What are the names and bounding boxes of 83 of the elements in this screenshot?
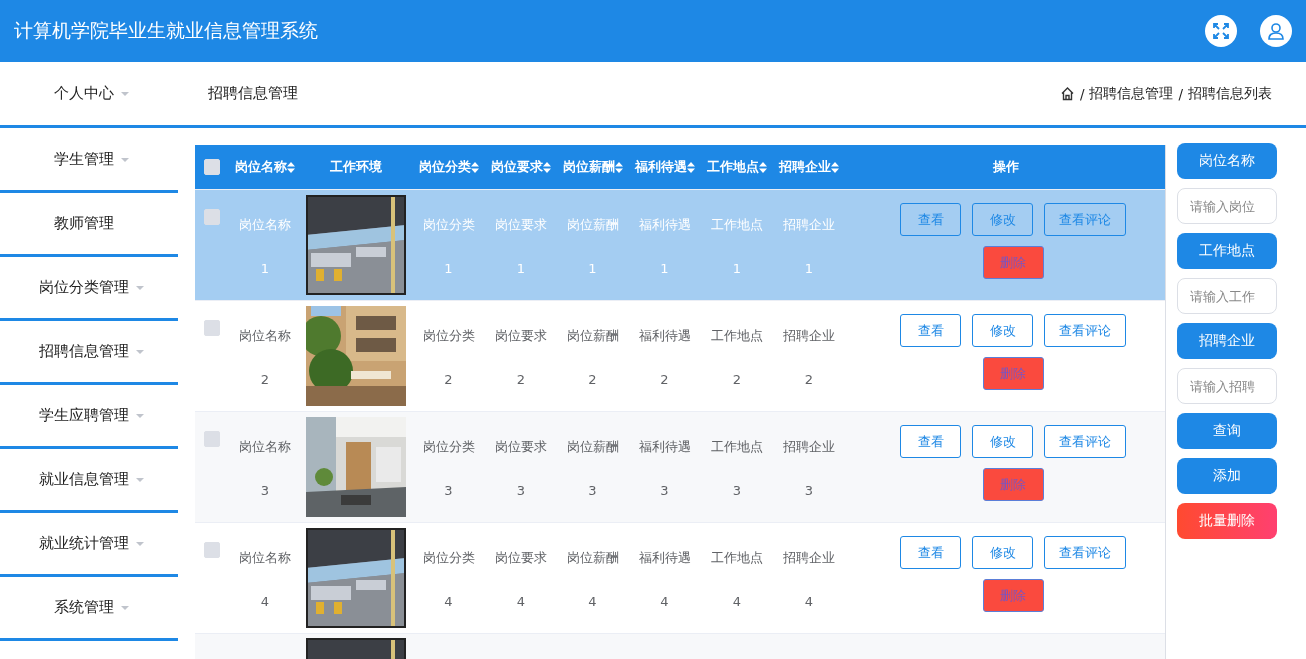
page-title: 招聘信息管理 bbox=[208, 84, 299, 103]
action-button[interactable]: 查看 bbox=[900, 203, 961, 236]
table-cell-text: 岗位名称2 bbox=[238, 327, 292, 389]
field-label: 招聘企业 bbox=[1177, 323, 1277, 359]
table-cell-text: 招聘企业2 bbox=[782, 327, 836, 389]
action-button[interactable]: 查看 bbox=[900, 536, 961, 569]
action-button[interactable]: 修改 bbox=[972, 314, 1033, 347]
field-label: 工作地点 bbox=[1177, 233, 1277, 269]
user-menu[interactable]: 个人中心 bbox=[54, 84, 114, 103]
table-cell-text: 岗位分类3 bbox=[421, 438, 476, 500]
fullscreen-icon[interactable] bbox=[1205, 15, 1237, 47]
action-button[interactable]: 修改 bbox=[972, 425, 1033, 458]
column-header[interactable]: 岗位分类 bbox=[418, 158, 471, 176]
table-cell-text: 岗位分类4 bbox=[421, 549, 476, 611]
table-cell-text: 岗位薪酬1 bbox=[565, 216, 620, 278]
input-field[interactable]: 请输入岗位 bbox=[1177, 188, 1277, 224]
table-cell-text: 福利待遇3 bbox=[637, 438, 692, 500]
table-cell-text: 岗位名称4 bbox=[238, 549, 292, 611]
table-cell-text: 工作地点2 bbox=[710, 327, 764, 389]
home-icon bbox=[1059, 86, 1075, 101]
table-cell-text: 工作地点1 bbox=[710, 216, 764, 278]
table-cell-text: 岗位要求4 bbox=[494, 549, 548, 611]
sidebar-item[interactable]: 就业统计管理 bbox=[39, 534, 129, 553]
table-cell-text: 岗位要求2 bbox=[494, 327, 548, 389]
action-button[interactable]: 修改 bbox=[972, 536, 1033, 569]
checkbox[interactable] bbox=[204, 542, 220, 558]
column-header[interactable]: 岗位要求 bbox=[491, 158, 543, 176]
table-cell-text: 福利待遇2 bbox=[637, 327, 692, 389]
sidebar-item[interactable]: 学生应聘管理 bbox=[39, 406, 129, 425]
action-button[interactable]: 查看评论 bbox=[1044, 425, 1126, 458]
input-field[interactable]: 请输入招聘 bbox=[1177, 368, 1277, 404]
user-icon[interactable] bbox=[1260, 15, 1292, 47]
column-header[interactable]: 工作地点 bbox=[707, 158, 759, 176]
column-header[interactable]: 招聘企业 bbox=[779, 158, 831, 176]
table-cell-text: 岗位要求1 bbox=[494, 216, 548, 278]
table-cell-text: 岗位分类2 bbox=[421, 327, 476, 389]
sidebar-item[interactable]: 教师管理 bbox=[54, 214, 114, 233]
checkbox[interactable] bbox=[204, 320, 220, 336]
sidebar-item[interactable]: 就业信息管理 bbox=[39, 470, 129, 489]
sidebar-item[interactable]: 招聘信息管理 bbox=[39, 342, 129, 361]
app-title: 计算机学院毕业生就业信息管理系统 bbox=[14, 18, 319, 43]
breadcrumb-item: 招聘信息列表 bbox=[1188, 84, 1272, 103]
table-row[interactable]: 岗位名称3 岗位分类3 岗位要求3 岗位薪酬3 福利待遇3 工作地点3 招聘企业3 查看 修改 查看评论 删除 bbox=[195, 412, 1165, 523]
action-button[interactable]: 修改 bbox=[972, 203, 1033, 236]
input-field[interactable]: 请输入工作 bbox=[1177, 278, 1277, 314]
table-cell-text: 招聘企业1 bbox=[782, 216, 836, 278]
sidebar-item[interactable]: 岗位分类管理 bbox=[39, 278, 129, 297]
action-button[interactable]: 添加 bbox=[1177, 458, 1277, 494]
action-button[interactable]: 查看 bbox=[900, 314, 961, 347]
table-cell-text: 招聘企业4 bbox=[782, 549, 836, 611]
sidebar-item[interactable]: 学生管理 bbox=[54, 150, 114, 169]
checkbox[interactable] bbox=[204, 159, 220, 175]
checkbox[interactable] bbox=[204, 431, 220, 447]
breadcrumb-separator: / bbox=[1079, 85, 1085, 102]
table-cell-text: 岗位分类1 bbox=[421, 216, 476, 278]
breadcrumb-separator: / bbox=[1178, 85, 1183, 102]
table-cell-text: 岗位名称1 bbox=[238, 216, 292, 278]
checkbox[interactable] bbox=[204, 209, 220, 225]
table-cell-text: 岗位名称3 bbox=[238, 438, 292, 500]
table-cell-text: 招聘企业3 bbox=[782, 438, 836, 500]
action-button[interactable]: 查看 bbox=[900, 425, 961, 458]
table-cell-text: 工作地点4 bbox=[710, 549, 764, 611]
column-header: 工作环境 bbox=[330, 158, 382, 176]
column-header: 操作 bbox=[992, 158, 1019, 176]
table-cell-text: 工作地点3 bbox=[710, 438, 764, 500]
column-header[interactable]: 岗位名称 bbox=[235, 158, 287, 176]
action-button[interactable]: 查看评论 bbox=[1044, 536, 1126, 569]
table-cell-text: 岗位薪酬4 bbox=[565, 549, 620, 611]
batch-delete-button[interactable]: 批量删除 bbox=[1177, 503, 1277, 539]
table-cell-text: 福利待遇1 bbox=[637, 216, 692, 278]
breadcrumb-item[interactable]: 招聘信息管理 bbox=[1089, 84, 1174, 103]
field-label: 岗位名称 bbox=[1177, 143, 1277, 179]
column-header[interactable]: 福利待遇 bbox=[634, 158, 687, 176]
table-cell-text: 福利待遇4 bbox=[637, 549, 692, 611]
action-button[interactable]: 查询 bbox=[1177, 413, 1277, 449]
action-button[interactable]: 查看评论 bbox=[1044, 314, 1126, 347]
sidebar-item[interactable]: 系统管理 bbox=[54, 598, 114, 617]
table-cell-text: 岗位薪酬3 bbox=[565, 438, 620, 500]
table-cell-text: 岗位要求3 bbox=[494, 438, 548, 500]
table-row[interactable]: 岗位名称1 岗位分类1 岗位要求1 岗位薪酬1 福利待遇1 工作地点1 招聘企业1 查看 修改 查看评论 删除 bbox=[195, 190, 1165, 301]
action-button[interactable]: 查看评论 bbox=[1044, 203, 1126, 236]
table-cell-text: 岗位薪酬2 bbox=[565, 327, 620, 389]
column-header[interactable]: 岗位薪酬 bbox=[562, 158, 615, 176]
